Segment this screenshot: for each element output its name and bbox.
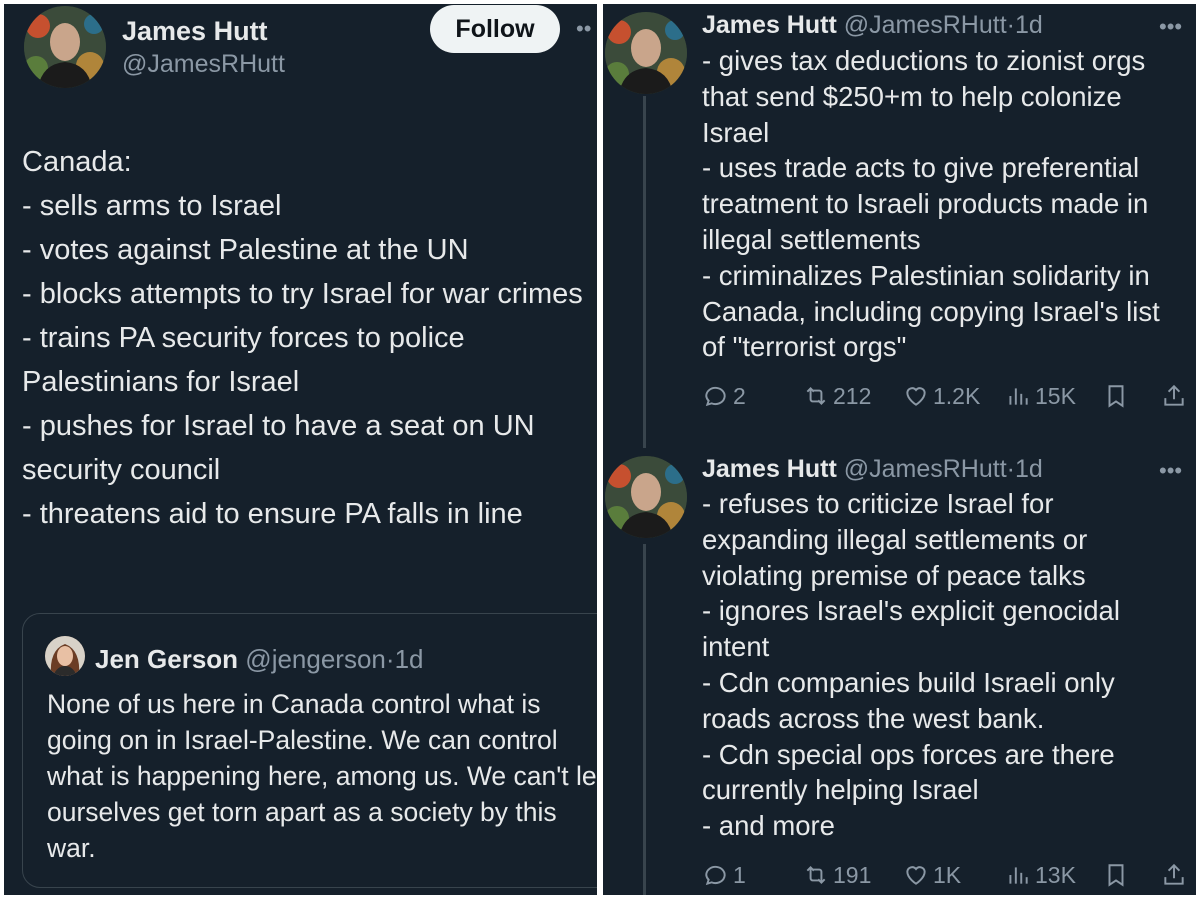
reply-button[interactable]: 2	[703, 383, 746, 410]
views-icon	[1009, 867, 1028, 884]
bookmark-button[interactable]	[1103, 383, 1129, 409]
like-count: 1K	[933, 861, 962, 888]
like-button[interactable]: 1K	[903, 862, 961, 889]
author-handle[interactable]: @JamesRHutt	[122, 50, 285, 79]
quote-avatar-image	[45, 636, 85, 676]
tweet-line: Canada:	[22, 146, 132, 178]
tweet-actions: 2 212 1.2K 15K	[703, 380, 1184, 412]
avatar[interactable]	[605, 456, 687, 538]
separator-dot: ·	[1006, 11, 1015, 39]
repost-button[interactable]: 191	[803, 862, 871, 889]
bookmark-icon	[1108, 864, 1124, 887]
repost-button[interactable]: 212	[803, 383, 871, 410]
tweet-line: - criminalizes Palestinian solidarity in…	[702, 259, 1160, 363]
views-icon	[1009, 388, 1028, 405]
heart-icon	[906, 387, 926, 406]
author-name[interactable]: James Hutt	[702, 455, 837, 483]
tweet-line: - votes against Palestine at the UN	[22, 234, 469, 266]
reply-count: 2	[733, 382, 746, 409]
avatar[interactable]	[605, 12, 687, 94]
quote-author-name[interactable]: Jen Gerson	[95, 644, 238, 674]
like-button[interactable]: 1.2K	[903, 383, 980, 410]
avatar-image	[24, 6, 106, 88]
tweet-line: - gives tax deductions to zionist orgs t…	[702, 45, 1146, 148]
reply-icon	[705, 386, 726, 407]
repost-icon	[806, 866, 826, 884]
quoted-tweet[interactable]: Jen Gerson @jengerson·1d None of us here…	[22, 613, 597, 888]
views-button[interactable]: 13K	[1005, 862, 1076, 889]
author-name[interactable]: James Hutt	[702, 11, 837, 39]
tweet-line: - ignores Israel's explicit genocidal in…	[702, 595, 1120, 663]
reply-icon	[705, 865, 726, 886]
thread-connector	[643, 96, 646, 448]
quote-timestamp[interactable]: 1d	[395, 644, 424, 674]
bookmark-icon	[1108, 385, 1124, 408]
author-handle[interactable]: @JamesRHutt	[844, 11, 1007, 39]
author-name[interactable]: James Hutt	[122, 16, 268, 47]
tweet-text: - refuses to criticize Israel for expand…	[702, 486, 1187, 844]
avatar-image	[605, 12, 687, 94]
views-button[interactable]: 15K	[1005, 383, 1076, 410]
tweet-line: - and more	[702, 810, 835, 842]
view-count: 15K	[1035, 382, 1076, 409]
more-options-icon[interactable]: •••	[1159, 14, 1182, 40]
tweet-line: - pushes for Israel to have a seat on UN…	[22, 410, 535, 486]
avatar-image	[605, 456, 687, 538]
repost-icon	[806, 387, 826, 405]
timestamp[interactable]: 1d	[1015, 455, 1043, 483]
heart-icon	[906, 866, 926, 885]
view-count: 13K	[1035, 861, 1076, 888]
quote-avatar[interactable]	[45, 636, 85, 676]
tweet-meta: James Hutt @JamesRHutt·1d	[702, 455, 1043, 484]
bookmark-button[interactable]	[1103, 862, 1129, 888]
main-tweet-panel: James Hutt @JamesRHutt Follow •• Canada:…	[4, 4, 597, 895]
share-button[interactable]	[1161, 862, 1187, 888]
tweet-actions: 1 191 1K 13K	[703, 859, 1184, 891]
follow-button[interactable]: Follow	[430, 5, 560, 53]
like-count: 1.2K	[933, 382, 981, 409]
quote-meta: Jen Gerson @jengerson·1d	[95, 644, 423, 675]
tweet-meta: James Hutt @JamesRHutt·1d	[702, 11, 1043, 40]
tweet-line: - trains PA security forces to police Pa…	[22, 322, 465, 398]
quote-text: None of us here in Canada control what i…	[47, 689, 597, 863]
tweet-line: - Cdn companies build Israeli only roads…	[702, 666, 1115, 734]
reply-button[interactable]: 1	[703, 862, 746, 889]
separator-dot: ·	[385, 644, 395, 674]
thread-connector	[643, 544, 646, 895]
avatar[interactable]	[24, 6, 106, 88]
tweet-line: - sells arms to Israel	[22, 190, 282, 222]
share-icon	[1164, 384, 1184, 406]
timestamp[interactable]: 1d	[1015, 11, 1043, 39]
tweet-line: - threatens aid to ensure PA falls in li…	[22, 498, 523, 530]
share-button[interactable]	[1161, 383, 1187, 409]
tweet-line: - Cdn special ops forces are there curre…	[702, 738, 1115, 806]
tweet-text: - gives tax deductions to zionist orgs t…	[702, 43, 1187, 365]
tweet-text: Canada: - sells arms to Israel - votes a…	[22, 140, 590, 536]
separator-dot: ·	[1006, 455, 1015, 483]
thread-panel: James Hutt @JamesRHutt·1d ••• - gives ta…	[603, 4, 1196, 895]
author-handle[interactable]: @JamesRHutt	[844, 455, 1007, 483]
repost-count: 191	[833, 861, 872, 888]
quote-author-handle[interactable]: @jengerson	[245, 644, 386, 674]
tweet-line: - blocks attempts to try Israel for war …	[22, 278, 583, 310]
repost-count: 212	[833, 382, 872, 409]
tweet-line: - refuses to criticize Israel for expand…	[702, 488, 1088, 591]
share-icon	[1164, 863, 1184, 885]
tweet-line: - uses trade acts to give preferential t…	[702, 152, 1149, 255]
more-options-icon[interactable]: •••	[1159, 458, 1182, 484]
more-options-icon[interactable]: ••	[576, 16, 591, 42]
reply-count: 1	[733, 861, 746, 888]
